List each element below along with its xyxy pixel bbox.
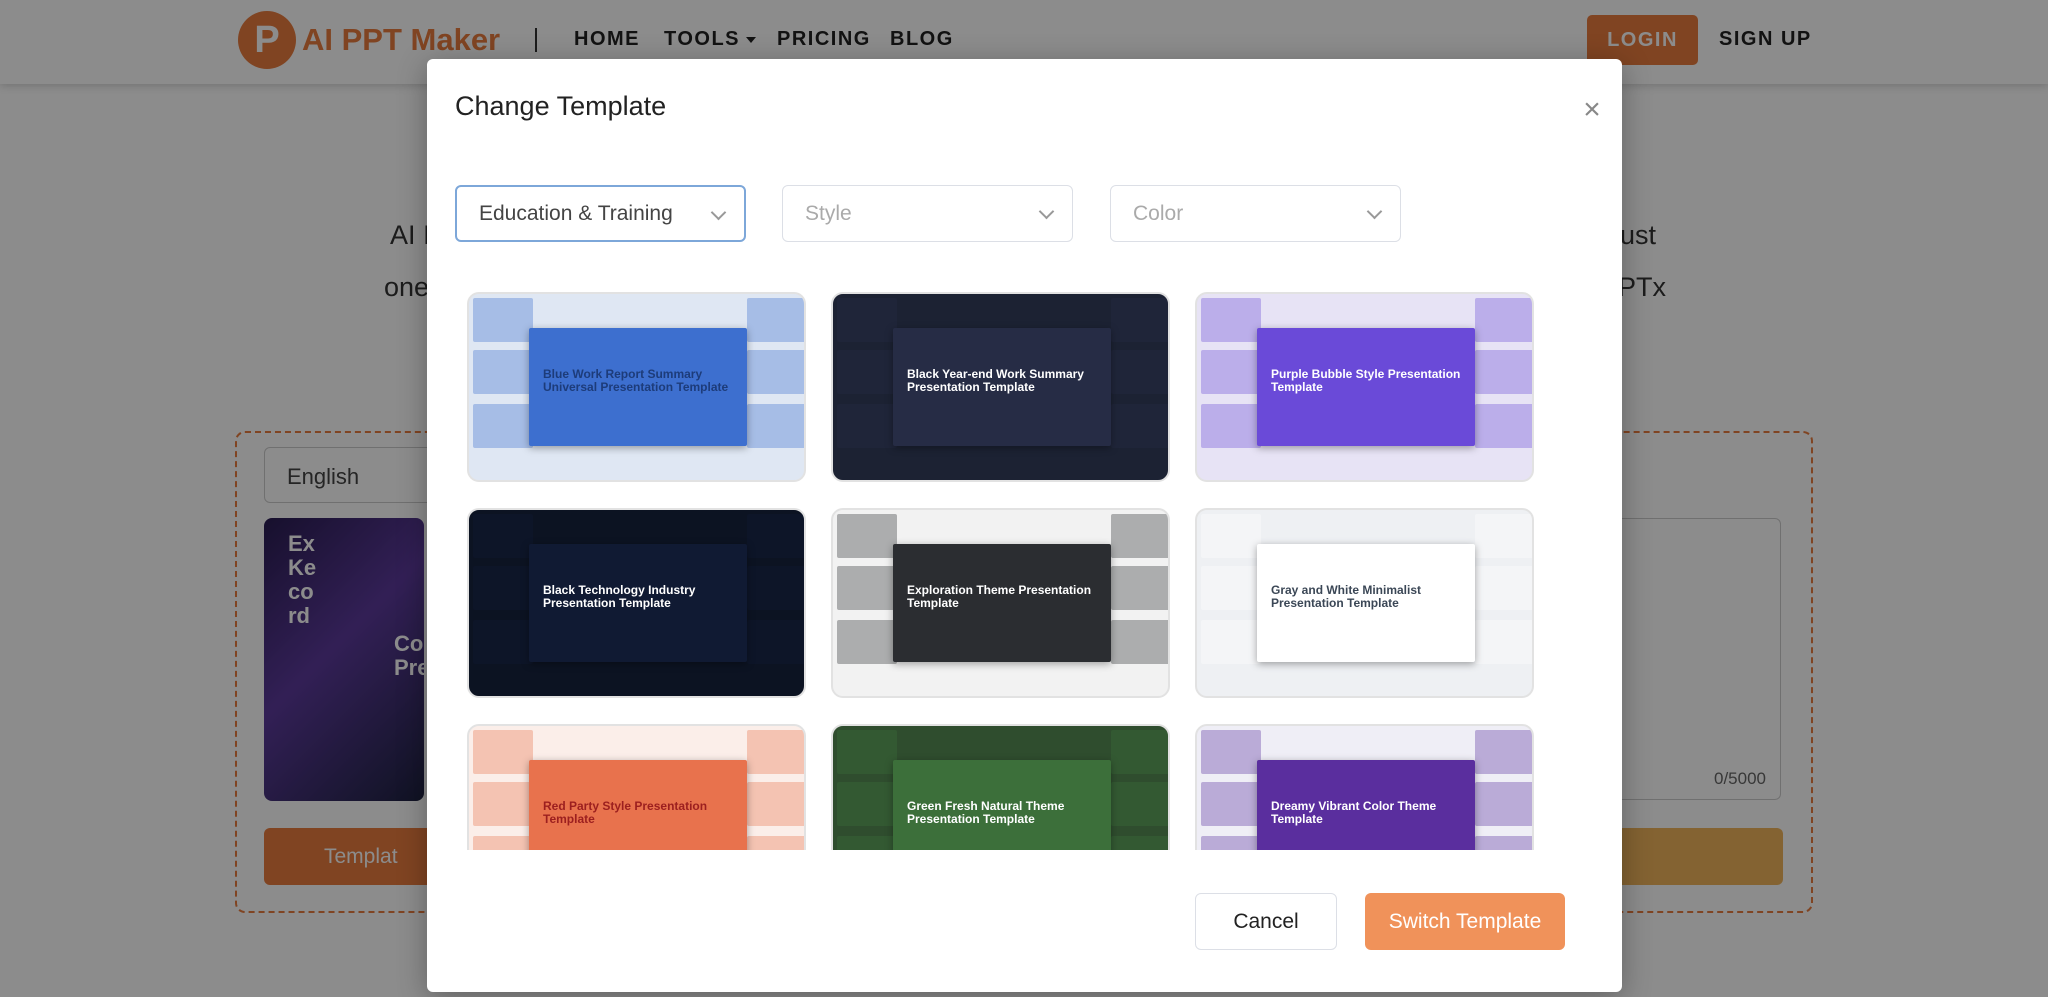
template-card[interactable]: Black Year-end Work Summary Presentation… [831,292,1170,482]
switch-template-button[interactable]: Switch Template [1365,893,1565,950]
slide-preview [747,350,806,394]
slide-preview [1475,620,1534,664]
slide-preview [837,514,897,558]
slide-preview [1201,298,1261,342]
slide-preview [747,298,806,342]
slide-preview [473,620,533,664]
slide-preview [1201,566,1261,610]
slide-preview [1111,836,1170,850]
template-title: Exploration Theme Presentation Template [907,584,1097,610]
slide-preview [837,404,897,448]
template-title: Gray and White Minimalist Presentation T… [1271,584,1461,610]
template-card[interactable]: Purple Bubble Style Presentation Templat… [1195,292,1534,482]
template-card[interactable]: Green Fresh Natural Theme Presentation T… [831,724,1170,850]
slide-preview [473,514,533,558]
slide-preview [1201,350,1261,394]
template-cover-slide: Black Year-end Work Summary Presentation… [893,328,1111,446]
slide-preview [837,566,897,610]
category-select[interactable]: Education & Training [455,185,746,242]
template-cover-slide: Black Technology Industry Presentation T… [529,544,747,662]
slide-preview [1475,514,1534,558]
slide-preview [747,836,806,850]
slide-preview [747,404,806,448]
slide-preview [1111,350,1170,394]
template-cover-slide: Blue Work Report Summary Universal Prese… [529,328,747,446]
template-title: Black Year-end Work Summary Presentation… [907,368,1097,394]
chevron-down-icon [1039,204,1055,220]
slide-preview [1475,566,1534,610]
slide-preview [1111,730,1170,774]
chevron-down-icon [1367,204,1383,220]
slide-preview [473,836,533,850]
slide-preview [473,782,533,826]
template-card[interactable]: Gray and White Minimalist Presentation T… [1195,508,1534,698]
slide-preview [1475,782,1534,826]
chevron-down-icon [711,205,727,221]
cancel-button[interactable]: Cancel [1195,893,1337,950]
slide-preview [1111,566,1170,610]
slide-preview [747,566,806,610]
style-select[interactable]: Style [782,185,1073,242]
color-select[interactable]: Color [1110,185,1401,242]
template-cover-slide: Purple Bubble Style Presentation Templat… [1257,328,1475,446]
template-cover-slide: Gray and White Minimalist Presentation T… [1257,544,1475,662]
slide-preview [1201,404,1261,448]
template-cover-slide: Exploration Theme Presentation Template [893,544,1111,662]
slide-preview [1475,350,1534,394]
style-select-placeholder: Style [805,202,852,226]
slide-preview [1111,404,1170,448]
template-title: Green Fresh Natural Theme Presentation T… [907,800,1097,826]
template-title: Purple Bubble Style Presentation Templat… [1271,368,1461,394]
slide-preview [1475,730,1534,774]
slide-preview [473,730,533,774]
category-select-value: Education & Training [479,202,673,226]
template-grid: Blue Work Report Summary Universal Prese… [467,292,1577,850]
template-title: Red Party Style Presentation Template [543,800,733,826]
slide-preview [1111,620,1170,664]
slide-preview [747,782,806,826]
template-title: Dreamy Vibrant Color Theme Template [1271,800,1461,826]
template-card[interactable]: Exploration Theme Presentation Template [831,508,1170,698]
template-cover-slide: Dreamy Vibrant Color Theme Template [1257,760,1475,850]
slide-preview [1201,620,1261,664]
slide-preview [1201,730,1261,774]
template-card[interactable]: Red Party Style Presentation Template [467,724,806,850]
slide-preview [1475,404,1534,448]
slide-preview [1201,782,1261,826]
template-cover-slide: Red Party Style Presentation Template [529,760,747,850]
slide-preview [837,620,897,664]
slide-preview [1201,836,1261,850]
slide-preview [837,782,897,826]
slide-preview [473,404,533,448]
slide-preview [837,298,897,342]
slide-preview [837,730,897,774]
slide-preview [473,566,533,610]
close-icon[interactable]: × [1577,95,1607,125]
slide-preview [1111,782,1170,826]
slide-preview [747,514,806,558]
slide-preview [1201,514,1261,558]
slide-preview [1111,514,1170,558]
template-card[interactable]: Dreamy Vibrant Color Theme Template [1195,724,1534,850]
slide-preview [1475,836,1534,850]
template-card[interactable]: Blue Work Report Summary Universal Prese… [467,292,806,482]
slide-preview [473,350,533,394]
template-card[interactable]: Black Technology Industry Presentation T… [467,508,806,698]
template-cover-slide: Green Fresh Natural Theme Presentation T… [893,760,1111,850]
template-title: Blue Work Report Summary Universal Prese… [543,368,733,394]
slide-preview [747,730,806,774]
slide-preview [747,620,806,664]
slide-preview [837,836,897,850]
slide-preview [473,298,533,342]
slide-preview [1111,298,1170,342]
dialog-title: Change Template [455,91,666,122]
slide-preview [837,350,897,394]
change-template-dialog: Change Template × Education & Training S… [427,59,1622,992]
template-title: Black Technology Industry Presentation T… [543,584,733,610]
color-select-placeholder: Color [1133,202,1183,226]
slide-preview [1475,298,1534,342]
